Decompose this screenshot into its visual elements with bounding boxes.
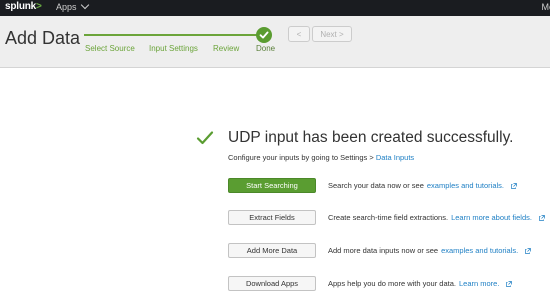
step-progress-line (84, 34, 264, 36)
data-inputs-link[interactable]: Data Inputs (376, 153, 414, 162)
external-link-icon (525, 247, 532, 254)
examples-tutorials-link[interactable]: examples and tutorials. (427, 181, 504, 190)
logo-text: splunk (5, 1, 37, 12)
user-menu[interactable]: Me (541, 2, 550, 12)
action-text: Add more data inputs now or see (328, 246, 439, 255)
external-link-icon (506, 280, 513, 287)
action-text: Create search-time field extractions. (328, 213, 449, 222)
step-done: Done (256, 44, 276, 53)
page-title: Add Data (5, 28, 81, 48)
configure-inputs-text: Configure your inputs by going to Settin… (228, 153, 414, 162)
add-more-data-description: Add more data inputs now or see examples… (328, 246, 532, 255)
add-data-header: Add Data Select Source Input Settings Re… (0, 16, 550, 68)
action-text: Search your data now or see (328, 181, 424, 190)
step-review: Review (213, 44, 240, 53)
previous-button[interactable]: < (288, 26, 310, 42)
learn-more-link[interactable]: Learn more. (459, 279, 499, 288)
external-link-icon (539, 214, 545, 221)
extract-fields-button[interactable]: Extract Fields (228, 210, 316, 225)
examples-tutorials-link[interactable]: examples and tutorials. (441, 246, 518, 255)
step-select-source: Select Source (85, 44, 135, 53)
start-searching-button[interactable]: Start Searching (228, 178, 316, 193)
splunk-logo[interactable]: splunk> (5, 1, 42, 12)
download-apps-description: Apps help you do more with your data. Le… (328, 279, 513, 288)
configure-prefix: Configure your inputs by going to Settin… (228, 153, 376, 162)
step-done-check-icon (256, 27, 272, 43)
add-more-data-button[interactable]: Add More Data (228, 243, 316, 258)
external-link-icon (511, 182, 517, 189)
logo-chevron: > (36, 1, 42, 12)
learn-more-fields-link[interactable]: Learn more about fields. (451, 213, 532, 222)
top-navigation-bar: splunk> Apps Me (0, 0, 550, 16)
chevron-down-icon (80, 0, 89, 10)
apps-menu-label: Apps (56, 2, 77, 12)
success-title: UDP input has been created successfully. (228, 129, 514, 146)
download-apps-button[interactable]: Download Apps (228, 276, 316, 291)
apps-menu[interactable]: Apps (56, 0, 89, 12)
start-searching-description: Search your data now or see examples and… (328, 181, 517, 190)
step-input-settings: Input Settings (149, 44, 198, 53)
next-button[interactable]: Next > (312, 26, 352, 42)
action-text: Apps help you do more with your data. (328, 279, 456, 288)
extract-fields-description: Create search-time field extractions. Le… (328, 213, 545, 222)
success-check-icon (196, 130, 214, 151)
